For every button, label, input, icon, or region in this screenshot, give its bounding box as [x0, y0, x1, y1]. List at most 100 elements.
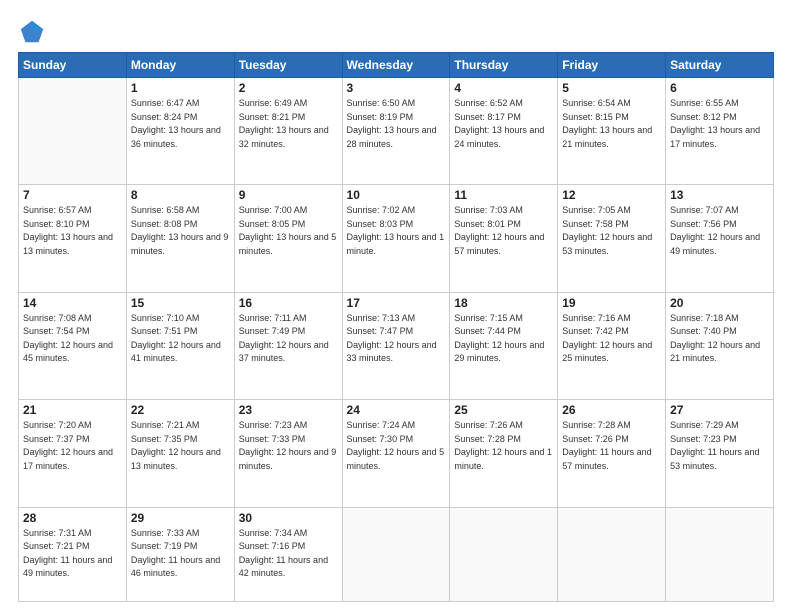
- calendar-cell: 10 Sunrise: 7:02 AMSunset: 8:03 PMDayligh…: [342, 185, 450, 292]
- calendar-week-row: 1 Sunrise: 6:47 AMSunset: 8:24 PMDaylight…: [19, 78, 774, 185]
- calendar-cell: 5 Sunrise: 6:54 AMSunset: 8:15 PMDaylight…: [558, 78, 666, 185]
- day-info: Sunrise: 7:10 AMSunset: 7:51 PMDaylight:…: [131, 312, 230, 366]
- calendar-table: SundayMondayTuesdayWednesdayThursdayFrid…: [18, 52, 774, 602]
- day-header-sunday: Sunday: [19, 53, 127, 78]
- day-info: Sunrise: 7:07 AMSunset: 7:56 PMDaylight:…: [670, 204, 769, 258]
- day-number: 4: [454, 81, 553, 95]
- day-number: 23: [239, 403, 338, 417]
- calendar-cell: 14 Sunrise: 7:08 AMSunset: 7:54 PMDayligh…: [19, 292, 127, 399]
- day-number: 25: [454, 403, 553, 417]
- day-info: Sunrise: 6:58 AMSunset: 8:08 PMDaylight:…: [131, 204, 230, 258]
- day-number: 10: [347, 188, 446, 202]
- day-number: 6: [670, 81, 769, 95]
- calendar-cell: 16 Sunrise: 7:11 AMSunset: 7:49 PMDayligh…: [234, 292, 342, 399]
- day-info: Sunrise: 7:08 AMSunset: 7:54 PMDaylight:…: [23, 312, 122, 366]
- day-number: 8: [131, 188, 230, 202]
- day-info: Sunrise: 7:11 AMSunset: 7:49 PMDaylight:…: [239, 312, 338, 366]
- calendar-cell: 28 Sunrise: 7:31 AMSunset: 7:21 PMDayligh…: [19, 507, 127, 601]
- day-info: Sunrise: 6:50 AMSunset: 8:19 PMDaylight:…: [347, 97, 446, 151]
- day-number: 16: [239, 296, 338, 310]
- calendar-cell: 7Sunrise: 6:57 AMSunset: 8:10 PMDaylight…: [19, 185, 127, 292]
- day-number: 20: [670, 296, 769, 310]
- calendar-cell: 8 Sunrise: 6:58 AMSunset: 8:08 PMDaylight…: [126, 185, 234, 292]
- calendar-header-row: SundayMondayTuesdayWednesdayThursdayFrid…: [19, 53, 774, 78]
- day-number: 9: [239, 188, 338, 202]
- day-number: 1: [131, 81, 230, 95]
- calendar-cell: 19Sunrise: 7:16 AMSunset: 7:42 PMDayligh…: [558, 292, 666, 399]
- calendar-cell: 18Sunrise: 7:15 AMSunset: 7:44 PMDayligh…: [450, 292, 558, 399]
- day-number: 13: [670, 188, 769, 202]
- calendar-cell: [450, 507, 558, 601]
- day-header-saturday: Saturday: [666, 53, 774, 78]
- day-number: 30: [239, 511, 338, 525]
- calendar-cell: [666, 507, 774, 601]
- day-header-monday: Monday: [126, 53, 234, 78]
- day-number: 14: [23, 296, 122, 310]
- calendar-cell: 1 Sunrise: 6:47 AMSunset: 8:24 PMDaylight…: [126, 78, 234, 185]
- day-header-tuesday: Tuesday: [234, 53, 342, 78]
- day-info: Sunrise: 7:28 AMSunset: 7:26 PMDaylight:…: [562, 419, 661, 473]
- day-number: 27: [670, 403, 769, 417]
- day-number: 24: [347, 403, 446, 417]
- day-info: Sunrise: 6:49 AMSunset: 8:21 PMDaylight:…: [239, 97, 338, 151]
- day-info: Sunrise: 7:34 AMSunset: 7:16 PMDaylight:…: [239, 527, 338, 581]
- calendar-cell: 27 Sunrise: 7:29 AMSunset: 7:23 PMDayligh…: [666, 400, 774, 507]
- day-number: 12: [562, 188, 661, 202]
- calendar-cell: 3 Sunrise: 6:50 AMSunset: 8:19 PMDaylight…: [342, 78, 450, 185]
- calendar-week-row: 28 Sunrise: 7:31 AMSunset: 7:21 PMDayligh…: [19, 507, 774, 601]
- day-info: Sunrise: 7:02 AMSunset: 8:03 PMDaylight:…: [347, 204, 446, 258]
- calendar-page: SundayMondayTuesdayWednesdayThursdayFrid…: [0, 0, 792, 612]
- calendar-cell: 30 Sunrise: 7:34 AMSunset: 7:16 PMDayligh…: [234, 507, 342, 601]
- day-number: 26: [562, 403, 661, 417]
- header: [18, 18, 774, 46]
- calendar-cell: 11 Sunrise: 7:03 AMSunset: 8:01 PMDayligh…: [450, 185, 558, 292]
- day-info: Sunrise: 6:47 AMSunset: 8:24 PMDaylight:…: [131, 97, 230, 151]
- day-number: 3: [347, 81, 446, 95]
- calendar-cell: [342, 507, 450, 601]
- day-info: Sunrise: 7:00 AMSunset: 8:05 PMDaylight:…: [239, 204, 338, 258]
- calendar-cell: 13 Sunrise: 7:07 AMSunset: 7:56 PMDayligh…: [666, 185, 774, 292]
- day-info: Sunrise: 7:29 AMSunset: 7:23 PMDaylight:…: [670, 419, 769, 473]
- calendar-cell: 29 Sunrise: 7:33 AMSunset: 7:19 PMDayligh…: [126, 507, 234, 601]
- day-info: Sunrise: 7:05 AMSunset: 7:58 PMDaylight:…: [562, 204, 661, 258]
- calendar-cell: 22Sunrise: 7:21 AMSunset: 7:35 PMDayligh…: [126, 400, 234, 507]
- day-info: Sunrise: 7:31 AMSunset: 7:21 PMDaylight:…: [23, 527, 122, 581]
- day-info: Sunrise: 7:33 AMSunset: 7:19 PMDaylight:…: [131, 527, 230, 581]
- day-number: 7: [23, 188, 122, 202]
- day-number: 11: [454, 188, 553, 202]
- calendar-cell: 9 Sunrise: 7:00 AMSunset: 8:05 PMDaylight…: [234, 185, 342, 292]
- calendar-cell: 17 Sunrise: 7:13 AMSunset: 7:47 PMDayligh…: [342, 292, 450, 399]
- calendar-cell: 2Sunrise: 6:49 AMSunset: 8:21 PMDaylight…: [234, 78, 342, 185]
- day-info: Sunrise: 6:55 AMSunset: 8:12 PMDaylight:…: [670, 97, 769, 151]
- day-header-thursday: Thursday: [450, 53, 558, 78]
- day-number: 21: [23, 403, 122, 417]
- calendar-cell: 23 Sunrise: 7:23 AMSunset: 7:33 PMDayligh…: [234, 400, 342, 507]
- calendar-cell: 26 Sunrise: 7:28 AMSunset: 7:26 PMDayligh…: [558, 400, 666, 507]
- calendar-cell: 4 Sunrise: 6:52 AMSunset: 8:17 PMDaylight…: [450, 78, 558, 185]
- day-number: 28: [23, 511, 122, 525]
- calendar-cell: 12 Sunrise: 7:05 AMSunset: 7:58 PMDayligh…: [558, 185, 666, 292]
- day-info: Sunrise: 6:52 AMSunset: 8:17 PMDaylight:…: [454, 97, 553, 151]
- day-info: Sunrise: 7:03 AMSunset: 8:01 PMDaylight:…: [454, 204, 553, 258]
- logo: [18, 18, 50, 46]
- day-info: Sunrise: 6:54 AMSunset: 8:15 PMDaylight:…: [562, 97, 661, 151]
- day-info: Sunrise: 7:15 AMSunset: 7:44 PMDaylight:…: [454, 312, 553, 366]
- day-number: 5: [562, 81, 661, 95]
- calendar-cell: 15Sunrise: 7:10 AMSunset: 7:51 PMDayligh…: [126, 292, 234, 399]
- calendar-cell: 20Sunrise: 7:18 AMSunset: 7:40 PMDayligh…: [666, 292, 774, 399]
- day-info: Sunrise: 7:23 AMSunset: 7:33 PMDaylight:…: [239, 419, 338, 473]
- calendar-week-row: 14 Sunrise: 7:08 AMSunset: 7:54 PMDayligh…: [19, 292, 774, 399]
- day-number: 19: [562, 296, 661, 310]
- day-info: Sunrise: 7:24 AMSunset: 7:30 PMDaylight:…: [347, 419, 446, 473]
- calendar-week-row: 21Sunrise: 7:20 AMSunset: 7:37 PMDayligh…: [19, 400, 774, 507]
- calendar-cell: [558, 507, 666, 601]
- calendar-cell: 6 Sunrise: 6:55 AMSunset: 8:12 PMDaylight…: [666, 78, 774, 185]
- day-info: Sunrise: 7:21 AMSunset: 7:35 PMDaylight:…: [131, 419, 230, 473]
- day-number: 29: [131, 511, 230, 525]
- logo-icon: [18, 18, 46, 46]
- calendar-cell: 21Sunrise: 7:20 AMSunset: 7:37 PMDayligh…: [19, 400, 127, 507]
- day-header-friday: Friday: [558, 53, 666, 78]
- calendar-cell: 25Sunrise: 7:26 AMSunset: 7:28 PMDayligh…: [450, 400, 558, 507]
- day-info: Sunrise: 7:13 AMSunset: 7:47 PMDaylight:…: [347, 312, 446, 366]
- day-number: 17: [347, 296, 446, 310]
